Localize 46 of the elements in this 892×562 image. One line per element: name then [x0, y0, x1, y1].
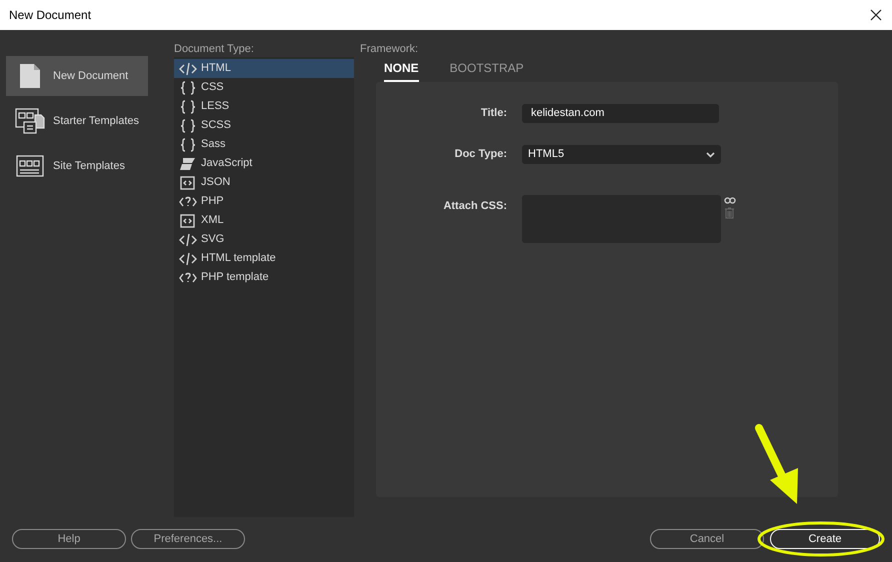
chevron-down-icon — [706, 152, 715, 158]
document-type-item[interactable]: PHP template — [174, 268, 354, 287]
code-box-icon — [179, 214, 197, 228]
dialog-button[interactable]: Cancel — [650, 529, 764, 549]
document-type-item[interactable]: SCSS — [174, 116, 354, 135]
document-type-item[interactable]: PHP — [174, 192, 354, 211]
document-type-item[interactable]: LESS — [174, 97, 354, 116]
dialog-button[interactable]: Preferences... — [131, 529, 245, 549]
field-label: Title: — [480, 106, 507, 122]
templates-icon — [15, 107, 45, 135]
framework-tab[interactable]: BOOTSTRAP — [450, 59, 524, 82]
code-icon — [179, 62, 197, 76]
close-icon[interactable] — [870, 9, 882, 21]
code-icon — [179, 252, 197, 266]
field-label: Doc Type: — [454, 147, 507, 162]
document-type-item[interactable]: JSON — [174, 173, 354, 192]
braces-icon — [179, 100, 197, 114]
sidebar-item[interactable]: Starter Templates — [6, 101, 148, 141]
php-icon — [179, 270, 197, 284]
section-label: Document Type: — [174, 42, 255, 57]
php-icon — [179, 194, 197, 208]
document-type-item[interactable]: XML — [174, 211, 354, 230]
section-label: Framework: — [360, 42, 420, 57]
braces-icon — [179, 118, 197, 132]
field-label: Attach CSS: — [442, 199, 507, 214]
document-type-item[interactable]: CSS — [174, 78, 354, 97]
document-type-item[interactable]: JavaScript — [174, 154, 354, 173]
braces-icon — [179, 80, 197, 94]
site-template-icon — [16, 155, 44, 177]
doc-type-dropdown[interactable]: HTML5 — [522, 145, 721, 164]
code-icon — [179, 232, 197, 246]
document-icon — [19, 63, 41, 89]
title-field[interactable]: kelidestan.com — [522, 104, 719, 123]
link-icon[interactable] — [724, 197, 736, 204]
sidebar-item[interactable]: New Document — [6, 56, 148, 96]
dialog-button[interactable]: Help — [12, 529, 126, 549]
document-type-item[interactable]: HTML template — [174, 249, 354, 268]
script-icon — [179, 156, 197, 170]
sidebar-item[interactable]: Site Templates — [6, 146, 148, 186]
dialog-button[interactable]: Create — [770, 529, 880, 549]
window-title: New Document — [9, 7, 92, 24]
document-type-item[interactable]: HTML — [174, 59, 354, 78]
document-type-item[interactable]: Sass — [174, 135, 354, 154]
code-box-icon — [179, 176, 197, 190]
document-type-item[interactable]: SVG — [174, 230, 354, 249]
braces-icon — [179, 138, 197, 152]
